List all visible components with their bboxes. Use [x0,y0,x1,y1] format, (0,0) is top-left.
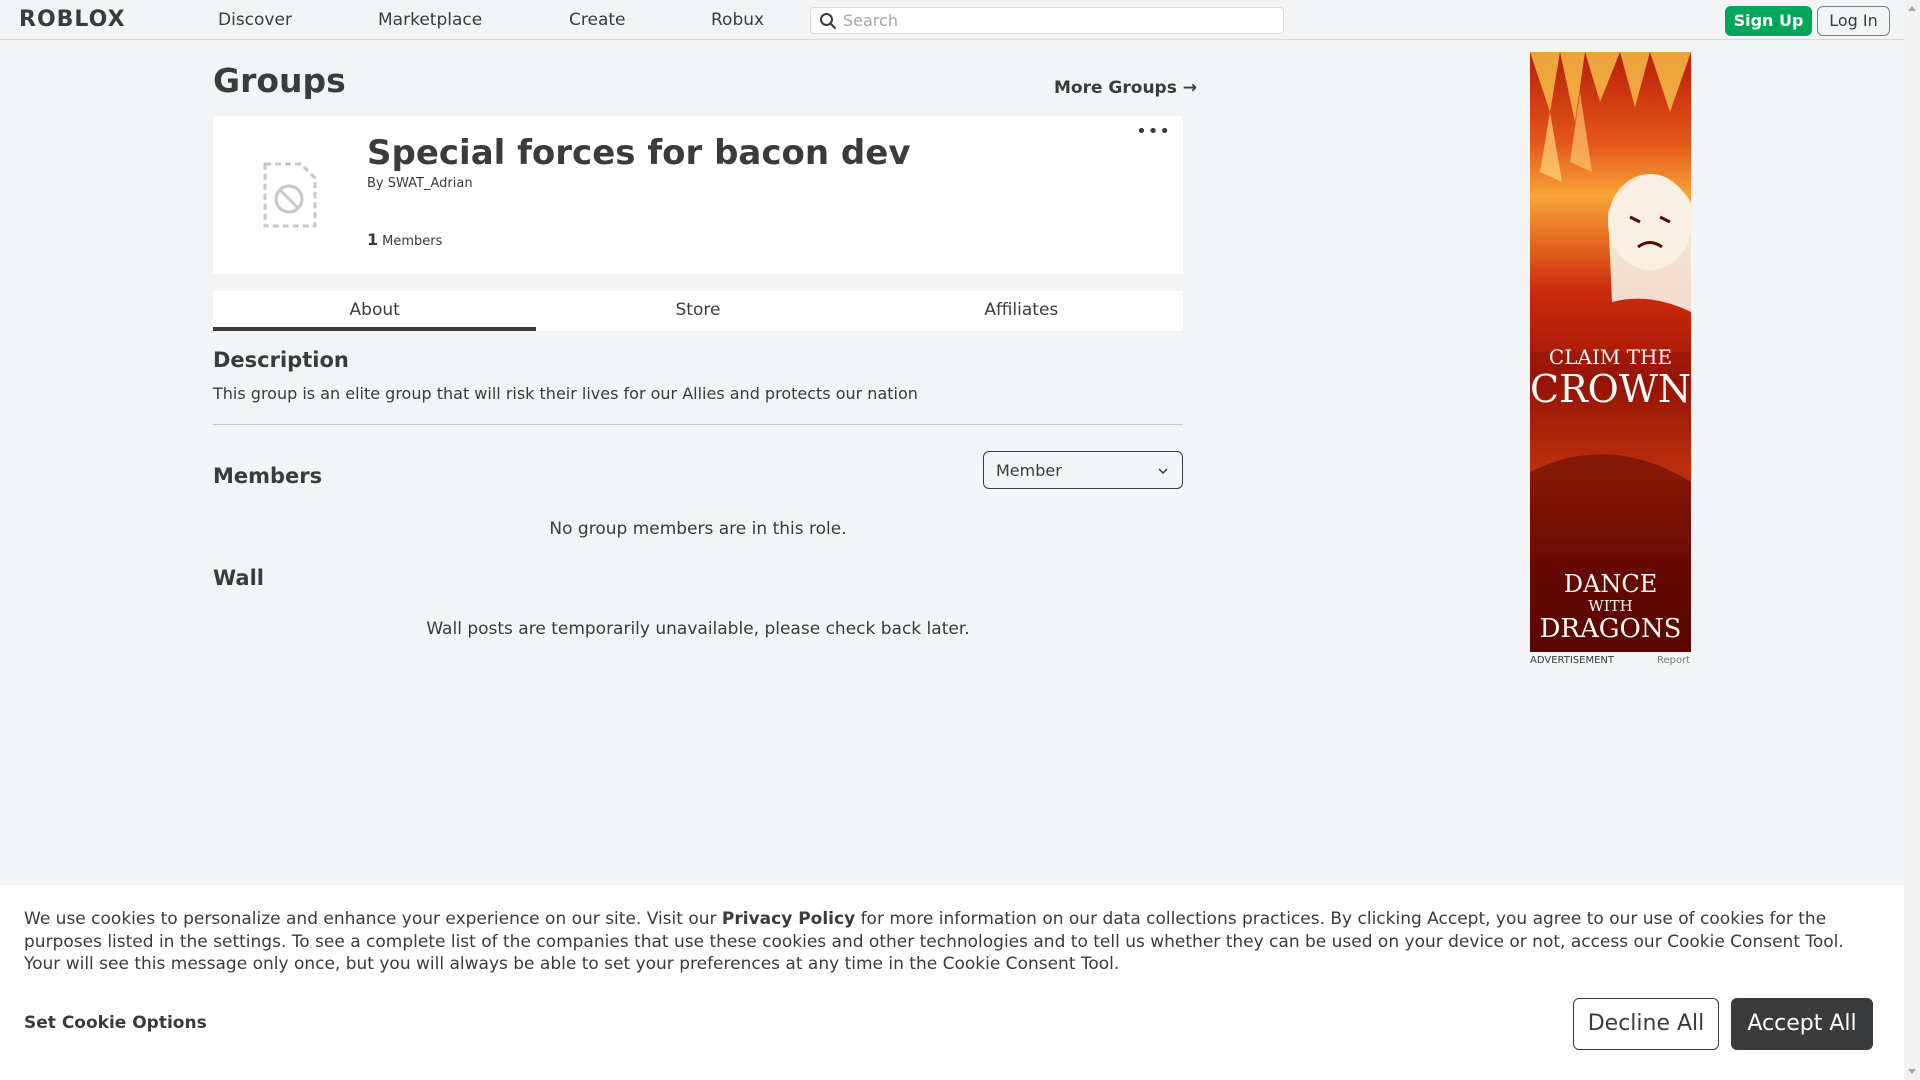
section-divider [213,424,1183,425]
ad-text-with: WITH [1588,597,1633,615]
chevron-down-icon [1158,468,1168,475]
roblox-logo[interactable]: ROBLOX [19,8,126,32]
page-title: Groups [213,61,346,100]
tab-affiliates[interactable]: Affiliates [860,291,1183,331]
cookie-message: We use cookies to personalize and enhanc… [24,908,1884,976]
page-scrollbar[interactable] [1904,0,1920,1080]
nav-robux[interactable]: Robux [711,10,764,30]
group-owner: By SWAT_Adrian [367,176,473,191]
ad-text-claim: CLAIM THE [1548,345,1673,369]
member-count-value: 1 [367,230,379,249]
nav-discover[interactable]: Discover [218,10,292,30]
top-navigation: ROBLOX Discover Marketplace Create Robux… [0,0,1904,40]
owner-prefix: By [367,176,384,191]
scroll-up-arrow-icon[interactable] [1908,6,1916,11]
nav-create[interactable]: Create [569,10,626,30]
tab-about[interactable]: About [213,291,537,331]
sign-up-button[interactable]: Sign Up [1725,6,1812,36]
member-count-label: Members [382,234,443,249]
wall-heading: Wall [213,566,264,590]
decline-all-button[interactable]: Decline All [1573,998,1719,1050]
advertisement-label: ADVERTISEMENT [1530,655,1615,666]
description-heading: Description [213,348,349,372]
members-empty-message: No group members are in this role. [549,519,847,539]
group-tabs: About Store Affiliates [213,291,1183,331]
members-heading: Members [213,464,323,488]
role-dropdown[interactable]: Member [983,451,1183,489]
group-member-count: 1 Members [367,230,442,249]
search-input[interactable] [843,9,1273,32]
owner-link[interactable]: SWAT_Adrian [388,176,473,191]
ad-text-dance: DANCE [1563,570,1658,598]
group-emblem-placeholder-icon [263,162,317,228]
wall-empty-message: Wall posts are temporarily unavailable, … [426,619,970,639]
privacy-policy-link[interactable]: Privacy Policy [722,909,855,929]
scroll-down-arrow-icon[interactable] [1908,1069,1916,1074]
set-cookie-options-link[interactable]: Set Cookie Options [24,1013,207,1033]
description-text: This group is an elite group that will r… [213,384,918,403]
accept-all-button[interactable]: Accept All [1731,998,1873,1050]
group-name: Special forces for bacon dev [367,133,911,173]
cookie-text-before: We use cookies to personalize and enhanc… [24,909,722,929]
tab-store[interactable]: Store [536,291,859,331]
log-in-button[interactable]: Log In [1817,6,1890,36]
role-dropdown-value: Member [996,461,1062,480]
nav-marketplace[interactable]: Marketplace [378,10,482,30]
search-icon [820,13,836,29]
more-options-icon[interactable]: ••• [1136,123,1171,141]
cookie-consent-banner: We use cookies to personalize and enhanc… [0,885,1904,1080]
ad-report-link[interactable]: Report [1657,655,1690,666]
more-groups-link[interactable]: More Groups → [1054,78,1197,98]
advertisement-banner[interactable]: CLAIM THE CROWN DANCE WITH DRAGONS [1530,52,1691,652]
ad-text-crown: CROWN [1530,367,1691,411]
search-box[interactable] [810,7,1284,34]
ad-text-dragons: DRAGONS [1539,614,1682,644]
group-header-card: Special forces for bacon dev By SWAT_Adr… [213,116,1183,274]
